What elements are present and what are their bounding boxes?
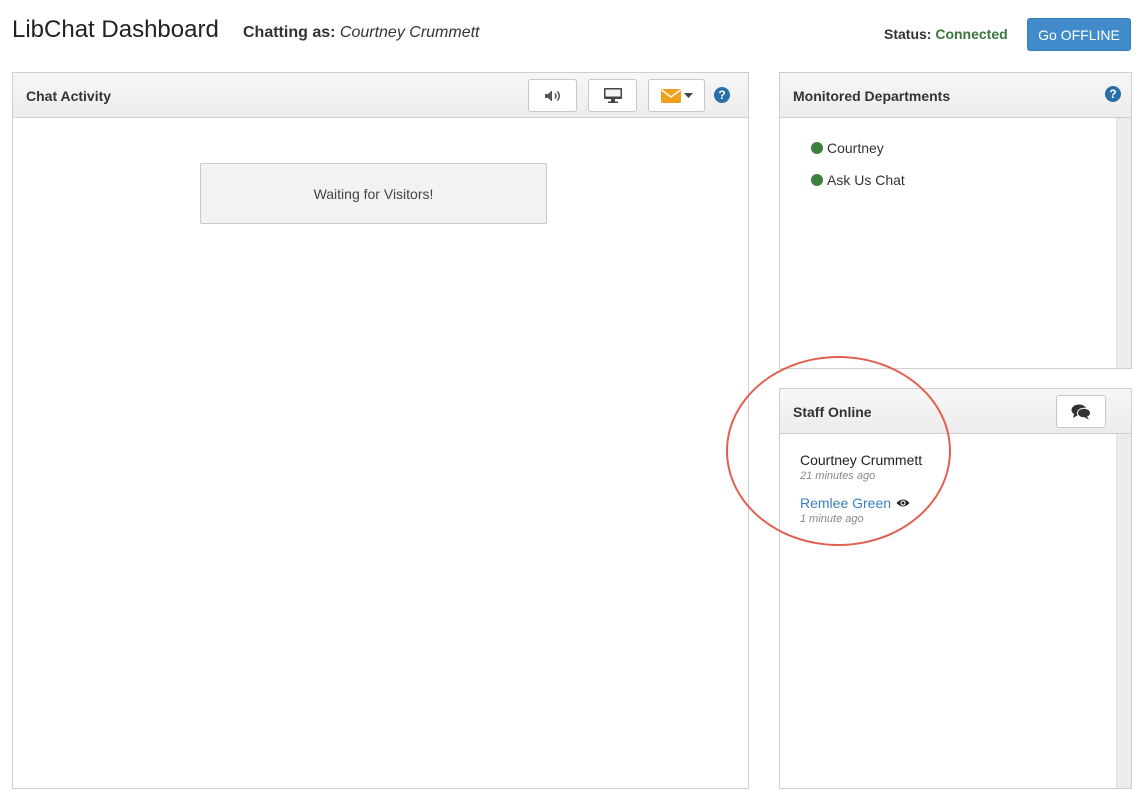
eye-icon bbox=[896, 499, 910, 507]
volume-icon bbox=[544, 90, 560, 101]
departments-scrollbar[interactable] bbox=[1116, 118, 1131, 368]
staff-last-seen: 1 minute ago bbox=[800, 513, 864, 525]
staff-chat-button[interactable] bbox=[1056, 395, 1106, 428]
staff-name-link[interactable]: Remlee Green bbox=[800, 495, 910, 511]
desktop-notify-button[interactable] bbox=[588, 79, 637, 112]
status-value: Connected bbox=[935, 26, 1008, 42]
staff-entry: Courtney Crummett 21 minutes ago bbox=[800, 452, 922, 482]
staff-name[interactable]: Remlee Green bbox=[800, 495, 891, 511]
email-dropdown-button[interactable] bbox=[648, 79, 705, 112]
envelope-icon bbox=[660, 88, 681, 103]
status-label: Status: bbox=[884, 26, 932, 42]
chatting-as: Chatting as: Courtney Crummett bbox=[243, 24, 480, 42]
department-item[interactable]: Courtney bbox=[811, 140, 884, 156]
monitored-departments-panel: Monitored Departments ? Courtney Ask Us … bbox=[779, 72, 1132, 369]
connection-status: Status: Connected bbox=[884, 26, 1008, 42]
waiting-message: Waiting for Visitors! bbox=[200, 163, 547, 224]
chatting-as-name: Courtney Crummett bbox=[339, 24, 480, 41]
sound-button[interactable] bbox=[528, 79, 577, 112]
staff-entry: Remlee Green 1 minute ago bbox=[800, 495, 910, 525]
chat-activity-header: Chat Activity ? bbox=[13, 73, 748, 118]
staff-name: Courtney Crummett bbox=[800, 452, 923, 468]
chat-activity-title: Chat Activity bbox=[26, 88, 112, 104]
staff-last-seen: 21 minutes ago bbox=[800, 470, 876, 482]
staff-online-title: Staff Online bbox=[793, 404, 872, 420]
desktop-icon bbox=[603, 88, 622, 103]
comments-icon bbox=[1071, 404, 1091, 419]
go-offline-button[interactable]: Go OFFLINE bbox=[1027, 18, 1131, 51]
page-header: LibChat Dashboard Chatting as: Courtney … bbox=[0, 0, 1143, 72]
department-label: Courtney bbox=[827, 140, 884, 156]
chat-activity-panel: Chat Activity ? Waiting for Visitors! bbox=[12, 72, 749, 789]
caret-down-icon bbox=[683, 92, 693, 98]
department-label: Ask Us Chat bbox=[827, 172, 905, 188]
departments-help-icon[interactable]: ? bbox=[1105, 86, 1121, 102]
staff-online-panel: Staff Online Courtney Crummett 21 minute… bbox=[779, 388, 1132, 789]
online-status-icon bbox=[811, 174, 823, 186]
staff-scrollbar[interactable] bbox=[1116, 434, 1131, 788]
department-item[interactable]: Ask Us Chat bbox=[811, 172, 905, 188]
departments-header: Monitored Departments ? bbox=[780, 73, 1131, 118]
online-status-icon bbox=[811, 142, 823, 154]
chatting-as-label: Chatting as: bbox=[243, 24, 336, 41]
chat-activity-help-icon[interactable]: ? bbox=[714, 87, 730, 103]
departments-title: Monitored Departments bbox=[793, 88, 951, 104]
app-title: LibChat Dashboard bbox=[12, 16, 219, 43]
staff-online-header: Staff Online bbox=[780, 389, 1131, 434]
